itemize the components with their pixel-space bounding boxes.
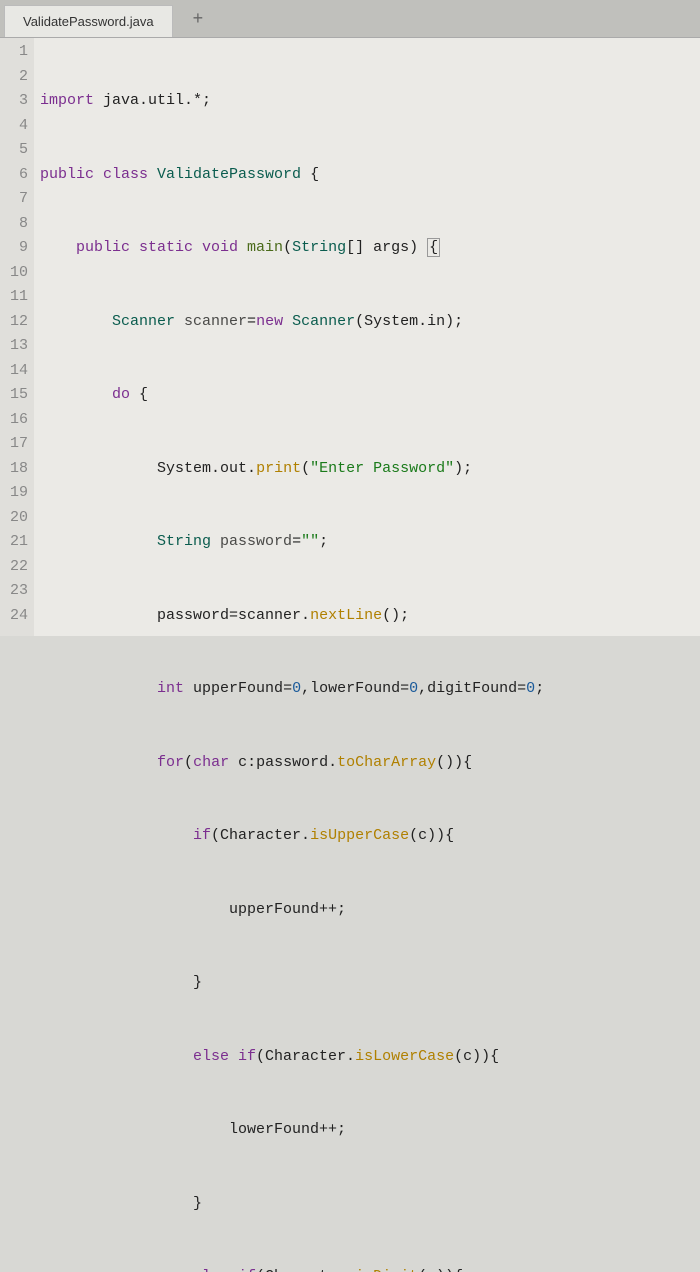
line-number: 12 — [0, 310, 28, 335]
line-number: 22 — [0, 555, 28, 580]
code-line: else if(Character.isLowerCase(c)){ — [40, 1045, 700, 1070]
code-line: String password=""; — [40, 530, 700, 555]
code-area[interactable]: import java.util.*; public class Validat… — [34, 38, 700, 636]
code-line: password=scanner.nextLine(); — [40, 604, 700, 629]
line-number: 15 — [0, 383, 28, 408]
code-line: import java.util.*; — [40, 89, 700, 114]
line-number: 19 — [0, 481, 28, 506]
code-line: } — [40, 971, 700, 996]
code-line: Scanner scanner=new Scanner(System.in); — [40, 310, 700, 335]
line-number: 13 — [0, 334, 28, 359]
line-number: 21 — [0, 530, 28, 555]
line-number: 18 — [0, 457, 28, 482]
tab-file[interactable]: ValidatePassword.java — [4, 5, 173, 37]
code-editor[interactable]: 1 2 3 4 5 6 7 8 9 10 11 12 13 14 15 16 1… — [0, 38, 700, 636]
line-number: 8 — [0, 212, 28, 237]
code-line: public static void main(String[] args) { — [40, 236, 700, 261]
code-line: if(Character.isUpperCase(c)){ — [40, 824, 700, 849]
line-number: 3 — [0, 89, 28, 114]
line-number: 9 — [0, 236, 28, 261]
code-line: do { — [40, 383, 700, 408]
line-number: 14 — [0, 359, 28, 384]
line-number: 16 — [0, 408, 28, 433]
code-line: public class ValidatePassword { — [40, 163, 700, 188]
line-number: 23 — [0, 579, 28, 604]
code-line: for(char c:password.toCharArray()){ — [40, 751, 700, 776]
code-line: upperFound++; — [40, 898, 700, 923]
line-number: 11 — [0, 285, 28, 310]
code-line: int upperFound=0,lowerFound=0,digitFound… — [40, 677, 700, 702]
line-number: 17 — [0, 432, 28, 457]
code-line: lowerFound++; — [40, 1118, 700, 1143]
code-line: } — [40, 1192, 700, 1217]
line-number: 7 — [0, 187, 28, 212]
code-line: else if(Character.isDigit(c)){ — [40, 1265, 700, 1272]
tab-bar: ValidatePassword.java + — [0, 0, 700, 38]
line-number: 5 — [0, 138, 28, 163]
line-number: 24 — [0, 604, 28, 629]
line-number: 6 — [0, 163, 28, 188]
line-number: 4 — [0, 114, 28, 139]
line-number: 1 — [0, 40, 28, 65]
line-number: 2 — [0, 65, 28, 90]
code-line: System.out.print("Enter Password"); — [40, 457, 700, 482]
line-number: 20 — [0, 506, 28, 531]
line-number: 10 — [0, 261, 28, 286]
tab-add-button[interactable]: + — [181, 2, 216, 35]
line-gutter: 1 2 3 4 5 6 7 8 9 10 11 12 13 14 15 16 1… — [0, 38, 34, 636]
